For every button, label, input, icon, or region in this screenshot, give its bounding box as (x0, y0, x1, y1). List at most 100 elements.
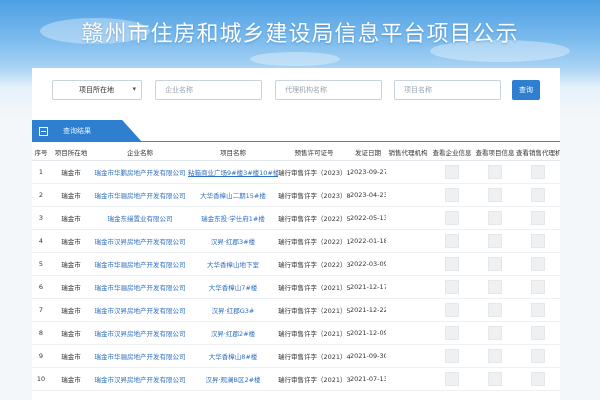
project-link[interactable]: 大华香樟山8#楼 (188, 344, 278, 368)
project-link[interactable]: 汉昇·红郡2#楼 (188, 321, 278, 345)
view-company-button[interactable] (445, 256, 459, 271)
project-link[interactable]: 粘箱商业广场9#楼3#楼10#楼 (188, 160, 278, 184)
tab-results-label: 查询结果 (63, 127, 91, 135)
column-header: 发证日期 (350, 144, 386, 161)
table-body: 1 瑞金市 瑞金市华鹏房地产开发有限公司 粘箱商业广场9#楼3#楼10#楼 瑞行审售许字… (32, 160, 560, 391)
view-project-button[interactable] (488, 256, 502, 271)
view-project-button[interactable] (488, 371, 502, 386)
row-number: 8 (32, 321, 50, 345)
view-company-button[interactable] (445, 279, 459, 294)
row-region: 瑞金市 (50, 298, 92, 322)
view-project-button-cell (474, 229, 516, 253)
project-link[interactable]: 大华香樟山二期15#楼 (188, 183, 278, 207)
sales-agency-cell (386, 229, 430, 253)
view-agency-button[interactable] (531, 302, 545, 317)
permit-number: 瑞行审售许字（2021）55号 (278, 298, 350, 322)
region-select-value: 项目所在地 (79, 86, 114, 94)
view-company-button[interactable] (445, 348, 459, 363)
region-select[interactable]: 项目所在地 ▾ (52, 80, 142, 100)
view-agency-button[interactable] (531, 256, 545, 271)
column-header: 企业名称 (92, 144, 188, 161)
view-agency-button[interactable] (531, 279, 545, 294)
view-agency-button-cell (516, 206, 560, 230)
view-company-button-cell (430, 229, 474, 253)
view-company-button[interactable] (445, 210, 459, 225)
view-company-button[interactable] (445, 187, 459, 202)
company-link[interactable]: 瑞金市汉昇房地产开发有限公司 (92, 321, 188, 345)
column-header: 查看项目信息 (474, 144, 516, 161)
permit-number: 瑞行审售许字（2022）3号 (278, 252, 350, 276)
view-company-button[interactable] (445, 325, 459, 340)
company-name-input[interactable]: 企业名称 (155, 80, 262, 100)
view-project-button[interactable] (488, 233, 502, 248)
view-project-button[interactable] (488, 302, 502, 317)
view-project-button[interactable] (488, 164, 502, 179)
view-agency-button-cell (516, 229, 560, 253)
row-number: 1 (32, 160, 50, 184)
view-agency-button[interactable] (531, 325, 545, 340)
view-agency-button-cell (516, 275, 560, 299)
company-link[interactable]: 瑞金市华骊房地产开发有限公司 (92, 252, 188, 276)
sales-agency-cell (386, 298, 430, 322)
view-company-button-cell (430, 275, 474, 299)
project-name-input[interactable]: 项目名称 (394, 80, 501, 100)
results-table: 序号 项目所在地 企业名称 项目名称 预售许可证号 发证日期 销售代理机构 查看企业信息 查看项… (32, 144, 560, 391)
table-row: 2 瑞金市 瑞金市华骊房地产开发有限公司 大华香樟山二期15#楼 瑞行审售许字（2023… (32, 183, 560, 207)
column-header: 查看销售代理机构 (516, 144, 560, 161)
view-company-button-cell (430, 183, 474, 207)
permit-number: 瑞行审售许字（2023）8号 (278, 183, 350, 207)
view-project-button-cell (474, 367, 516, 391)
company-link[interactable]: 瑞金市华鹏房地产开发有限公司 (92, 160, 188, 184)
issue-date: 2021-07-13 (350, 367, 386, 391)
view-project-button[interactable] (488, 279, 502, 294)
permit-number: 瑞行审售许字（2021）42号 (278, 344, 350, 368)
row-region: 瑞金市 (50, 275, 92, 299)
project-link[interactable]: 汉昇·红郡3#楼 (188, 229, 278, 253)
view-agency-button[interactable] (531, 371, 545, 386)
row-region: 瑞金市 (50, 344, 92, 368)
view-project-button-cell (474, 160, 516, 184)
company-link[interactable]: 瑞金市汉昇房地产开发有限公司 (92, 229, 188, 253)
company-link[interactable]: 瑞金东缦置业有限公司 (92, 206, 188, 230)
company-link[interactable]: 瑞金市华骊房地产开发有限公司 (92, 183, 188, 207)
tab-results[interactable]: 查询结果 (32, 120, 142, 142)
permit-number: 瑞行审售许字（2021）33号 (278, 367, 350, 391)
view-project-button[interactable] (488, 348, 502, 363)
view-project-button[interactable] (488, 210, 502, 225)
project-link[interactable]: 大华香樟山地下室 (188, 252, 278, 276)
view-company-button[interactable] (445, 164, 459, 179)
company-link[interactable]: 瑞金市汉昇房地产开发有限公司 (92, 298, 188, 322)
company-link[interactable]: 瑞金市华骊房地产开发有限公司 (92, 275, 188, 299)
row-region: 瑞金市 (50, 367, 92, 391)
permit-number: 瑞行审售许字（2022）1号 (278, 229, 350, 253)
company-link[interactable]: 瑞金市华骊房地产开发有限公司 (92, 344, 188, 368)
agency-name-input[interactable]: 代理机构名称 (275, 80, 382, 100)
row-number: 2 (32, 183, 50, 207)
column-header: 查看企业信息 (430, 144, 474, 161)
view-company-button[interactable] (445, 233, 459, 248)
column-header: 预售许可证号 (278, 144, 350, 161)
project-link[interactable]: 瑞金东投·学仕府1#楼 (188, 206, 278, 230)
project-link[interactable]: 大华香樟山7#楼 (188, 275, 278, 299)
row-region: 瑞金市 (50, 206, 92, 230)
sales-agency-cell (386, 275, 430, 299)
view-project-button[interactable] (488, 187, 502, 202)
view-agency-button[interactable] (531, 210, 545, 225)
view-agency-button[interactable] (531, 164, 545, 179)
view-company-button[interactable] (445, 371, 459, 386)
view-project-button[interactable] (488, 325, 502, 340)
project-link[interactable]: 汉昇·红郡G3# (188, 298, 278, 322)
row-number: 4 (32, 229, 50, 253)
company-link[interactable]: 瑞金市汉昇房地产开发有限公司 (92, 367, 188, 391)
project-link[interactable]: 汉昇·观澜B区2#楼 (188, 367, 278, 391)
row-number: 9 (32, 344, 50, 368)
row-number: 6 (32, 275, 50, 299)
issue-date: 2022-05-13 (350, 206, 386, 230)
issue-date: 2022-01-18 (350, 229, 386, 253)
view-agency-button[interactable] (531, 348, 545, 363)
search-button[interactable]: 查询 (512, 80, 540, 100)
view-company-button[interactable] (445, 302, 459, 317)
issue-date: 2022-03-09 (350, 252, 386, 276)
view-agency-button[interactable] (531, 187, 545, 202)
view-agency-button[interactable] (531, 233, 545, 248)
